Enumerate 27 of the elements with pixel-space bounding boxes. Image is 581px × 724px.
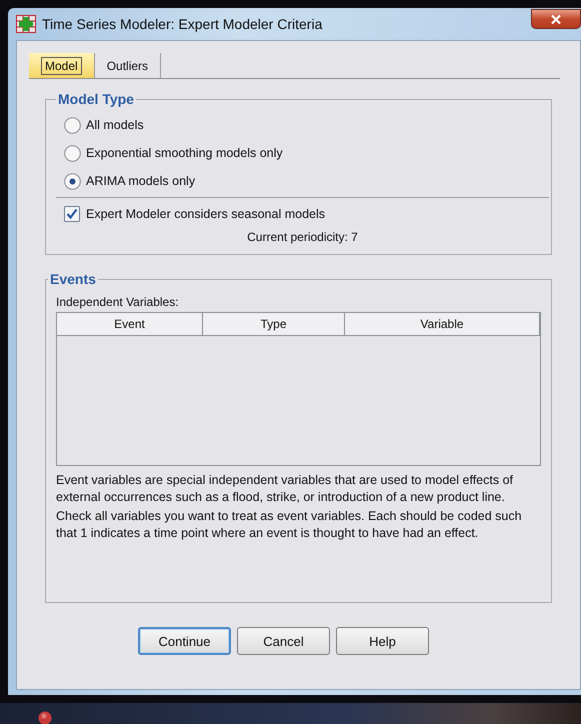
tab[interactable]: Model bbox=[29, 53, 95, 78]
column-header: Variable bbox=[345, 313, 540, 335]
close-icon bbox=[550, 14, 562, 24]
checkbox[interactable] bbox=[64, 206, 81, 222]
radio-label: Exponential smoothing models only bbox=[86, 146, 283, 160]
column-header: Type bbox=[203, 313, 345, 335]
radio-button[interactable] bbox=[64, 144, 81, 162]
list-label: Independent Variables: bbox=[56, 295, 180, 309]
help-text: Event variables are special independent variables that are used to model effects of external occurrences such as a flood, strike, or introduction of a new product line. bbox=[56, 472, 514, 505]
app-icon bbox=[16, 15, 36, 33]
checkbox-label: Expert Modeler considers seasonal models bbox=[86, 207, 326, 221]
cancel-button[interactable]: Cancel bbox=[237, 627, 330, 655]
radio-button[interactable] bbox=[64, 172, 81, 190]
group-title: Model Type bbox=[57, 91, 135, 107]
group-title: Events bbox=[49, 271, 97, 287]
help-button[interactable]: Help bbox=[336, 627, 429, 655]
close-button[interactable] bbox=[531, 9, 581, 29]
help-text: Check all variables you want to treat as event variables. Each should be coded such that 1 indicates a time point where an event is thought to have had an effect. bbox=[56, 508, 523, 541]
tab[interactable]: Outliers bbox=[94, 53, 162, 78]
periodicity-text: Current periodicity: 7 bbox=[246, 230, 359, 244]
start-orb-icon[interactable] bbox=[38, 711, 52, 724]
radio-label: ARIMA models only bbox=[86, 174, 196, 188]
column-header: Event bbox=[57, 313, 203, 335]
window-title: Time Series Modeler: Expert Modeler Criteria bbox=[42, 16, 322, 32]
radio-label: All models bbox=[86, 118, 144, 132]
radio-button[interactable] bbox=[64, 116, 81, 134]
continue-button[interactable]: Continue bbox=[138, 627, 231, 655]
